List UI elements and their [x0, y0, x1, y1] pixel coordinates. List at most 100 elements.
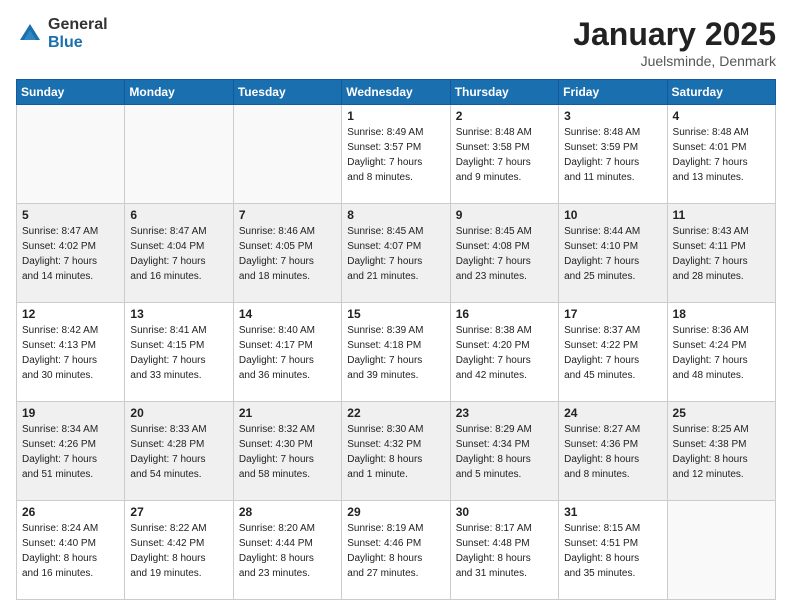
day-info: Sunrise: 8:24 AMSunset: 4:40 PMDaylight:… — [22, 521, 119, 581]
logo-general-text: General — [48, 16, 108, 34]
day-number: 18 — [673, 307, 770, 321]
day-info: Sunrise: 8:44 AMSunset: 4:10 PMDaylight:… — [564, 224, 661, 284]
calendar-day-cell: 11Sunrise: 8:43 AMSunset: 4:11 PMDayligh… — [667, 204, 775, 303]
day-info: Sunrise: 8:22 AMSunset: 4:42 PMDaylight:… — [130, 521, 227, 581]
calendar-day-cell: 30 Sunrise: 8:17 AMSunset: 4:48 PMDayligh… — [450, 501, 558, 600]
calendar-day-cell: 14 Sunrise: 8:40 AMSunset: 4:17 PMDayligh… — [233, 303, 341, 402]
day-number: 25 — [673, 406, 770, 420]
day-number: 5 — [22, 208, 119, 222]
calendar-week-row: 5 Sunrise: 8:47 AMSunset: 4:02 PMDaylight… — [17, 204, 776, 303]
logo-text: General Blue — [48, 16, 108, 51]
calendar-day-cell: 31Sunrise: 8:15 AMSunset: 4:51 PMDayligh… — [559, 501, 667, 600]
day-number: 7 — [239, 208, 336, 222]
day-info: Sunrise: 8:32 AMSunset: 4:30 PMDaylight:… — [239, 422, 336, 482]
logo-icon — [16, 20, 44, 48]
day-number: 26 — [22, 505, 119, 519]
header-sunday: Sunday — [17, 80, 125, 105]
day-number: 14 — [239, 307, 336, 321]
calendar-day-cell — [233, 105, 341, 204]
day-number: 1 — [347, 109, 444, 123]
title-block: January 2025 Juelsminde, Denmark — [573, 16, 776, 69]
calendar-day-cell: 4 Sunrise: 8:48 AMSunset: 4:01 PMDaylight… — [667, 105, 775, 204]
day-number: 9 — [456, 208, 553, 222]
day-info: Sunrise: 8:48 AMSunset: 3:58 PMDaylight:… — [456, 125, 553, 185]
day-number: 28 — [239, 505, 336, 519]
day-info: Sunrise: 8:48 AMSunset: 3:59 PMDaylight:… — [564, 125, 661, 185]
day-info: Sunrise: 8:29 AMSunset: 4:34 PMDaylight:… — [456, 422, 553, 482]
day-info: Sunrise: 8:38 AMSunset: 4:20 PMDaylight:… — [456, 323, 553, 383]
day-info: Sunrise: 8:42 AMSunset: 4:13 PMDaylight:… — [22, 323, 119, 383]
day-info: Sunrise: 8:33 AMSunset: 4:28 PMDaylight:… — [130, 422, 227, 482]
calendar-week-row: 1 Sunrise: 8:49 AMSunset: 3:57 PMDaylight… — [17, 105, 776, 204]
day-info: Sunrise: 8:47 AMSunset: 4:02 PMDaylight:… — [22, 224, 119, 284]
day-number: 16 — [456, 307, 553, 321]
calendar-week-row: 12 Sunrise: 8:42 AMSunset: 4:13 PMDayligh… — [17, 303, 776, 402]
day-number: 2 — [456, 109, 553, 123]
day-info: Sunrise: 8:27 AMSunset: 4:36 PMDaylight:… — [564, 422, 661, 482]
calendar-day-cell: 17 Sunrise: 8:37 AMSunset: 4:22 PMDayligh… — [559, 303, 667, 402]
calendar-day-cell: 26 Sunrise: 8:24 AMSunset: 4:40 PMDayligh… — [17, 501, 125, 600]
day-number: 15 — [347, 307, 444, 321]
day-info: Sunrise: 8:36 AMSunset: 4:24 PMDaylight:… — [673, 323, 770, 383]
calendar-day-cell: 7 Sunrise: 8:46 AMSunset: 4:05 PMDaylight… — [233, 204, 341, 303]
day-info: Sunrise: 8:40 AMSunset: 4:17 PMDaylight:… — [239, 323, 336, 383]
calendar-day-cell: 15 Sunrise: 8:39 AMSunset: 4:18 PMDayligh… — [342, 303, 450, 402]
location: Juelsminde, Denmark — [573, 53, 776, 69]
calendar-day-cell: 20 Sunrise: 8:33 AMSunset: 4:28 PMDayligh… — [125, 402, 233, 501]
calendar-day-cell: 29 Sunrise: 8:19 AMSunset: 4:46 PMDayligh… — [342, 501, 450, 600]
day-info: Sunrise: 8:19 AMSunset: 4:46 PMDaylight:… — [347, 521, 444, 581]
day-info: Sunrise: 8:37 AMSunset: 4:22 PMDaylight:… — [564, 323, 661, 383]
day-number: 13 — [130, 307, 227, 321]
calendar-day-cell — [17, 105, 125, 204]
calendar-day-cell: 24Sunrise: 8:27 AMSunset: 4:36 PMDayligh… — [559, 402, 667, 501]
calendar-day-cell: 9 Sunrise: 8:45 AMSunset: 4:08 PMDaylight… — [450, 204, 558, 303]
header-tuesday: Tuesday — [233, 80, 341, 105]
calendar-day-cell: 2 Sunrise: 8:48 AMSunset: 3:58 PMDaylight… — [450, 105, 558, 204]
calendar-day-cell: 27Sunrise: 8:22 AMSunset: 4:42 PMDayligh… — [125, 501, 233, 600]
day-info: Sunrise: 8:15 AMSunset: 4:51 PMDaylight:… — [564, 521, 661, 581]
day-number: 10 — [564, 208, 661, 222]
logo-blue-text: Blue — [48, 34, 108, 52]
day-info: Sunrise: 8:49 AMSunset: 3:57 PMDaylight:… — [347, 125, 444, 185]
day-info: Sunrise: 8:43 AMSunset: 4:11 PMDaylight:… — [673, 224, 770, 284]
calendar-day-cell: 22 Sunrise: 8:30 AMSunset: 4:32 PMDayligh… — [342, 402, 450, 501]
page: General Blue January 2025 Juelsminde, De… — [0, 0, 792, 612]
day-number: 22 — [347, 406, 444, 420]
day-info: Sunrise: 8:39 AMSunset: 4:18 PMDaylight:… — [347, 323, 444, 383]
header-monday: Monday — [125, 80, 233, 105]
calendar-day-cell: 16 Sunrise: 8:38 AMSunset: 4:20 PMDayligh… — [450, 303, 558, 402]
calendar-day-cell: 5 Sunrise: 8:47 AMSunset: 4:02 PMDaylight… — [17, 204, 125, 303]
day-number: 19 — [22, 406, 119, 420]
calendar-day-cell — [125, 105, 233, 204]
day-info: Sunrise: 8:30 AMSunset: 4:32 PMDaylight:… — [347, 422, 444, 482]
day-info: Sunrise: 8:48 AMSunset: 4:01 PMDaylight:… — [673, 125, 770, 185]
calendar-day-cell: 18 Sunrise: 8:36 AMSunset: 4:24 PMDayligh… — [667, 303, 775, 402]
day-info: Sunrise: 8:17 AMSunset: 4:48 PMDaylight:… — [456, 521, 553, 581]
calendar-day-cell: 28 Sunrise: 8:20 AMSunset: 4:44 PMDayligh… — [233, 501, 341, 600]
day-number: 4 — [673, 109, 770, 123]
day-number: 29 — [347, 505, 444, 519]
calendar-week-row: 26 Sunrise: 8:24 AMSunset: 4:40 PMDayligh… — [17, 501, 776, 600]
calendar-day-cell: 8 Sunrise: 8:45 AMSunset: 4:07 PMDaylight… — [342, 204, 450, 303]
day-info: Sunrise: 8:41 AMSunset: 4:15 PMDaylight:… — [130, 323, 227, 383]
day-number: 12 — [22, 307, 119, 321]
calendar-day-cell — [667, 501, 775, 600]
day-info: Sunrise: 8:45 AMSunset: 4:08 PMDaylight:… — [456, 224, 553, 284]
day-info: Sunrise: 8:45 AMSunset: 4:07 PMDaylight:… — [347, 224, 444, 284]
header: General Blue January 2025 Juelsminde, De… — [16, 16, 776, 69]
calendar-day-cell: 1 Sunrise: 8:49 AMSunset: 3:57 PMDaylight… — [342, 105, 450, 204]
calendar-day-cell: 12 Sunrise: 8:42 AMSunset: 4:13 PMDayligh… — [17, 303, 125, 402]
day-number: 17 — [564, 307, 661, 321]
day-info: Sunrise: 8:20 AMSunset: 4:44 PMDaylight:… — [239, 521, 336, 581]
header-wednesday: Wednesday — [342, 80, 450, 105]
calendar-table: Sunday Monday Tuesday Wednesday Thursday… — [16, 79, 776, 600]
day-info: Sunrise: 8:46 AMSunset: 4:05 PMDaylight:… — [239, 224, 336, 284]
day-info: Sunrise: 8:25 AMSunset: 4:38 PMDaylight:… — [673, 422, 770, 482]
day-number: 30 — [456, 505, 553, 519]
day-number: 20 — [130, 406, 227, 420]
day-number: 23 — [456, 406, 553, 420]
day-number: 8 — [347, 208, 444, 222]
calendar-day-cell: 3Sunrise: 8:48 AMSunset: 3:59 PMDaylight… — [559, 105, 667, 204]
day-number: 21 — [239, 406, 336, 420]
calendar-day-cell: 25 Sunrise: 8:25 AMSunset: 4:38 PMDayligh… — [667, 402, 775, 501]
